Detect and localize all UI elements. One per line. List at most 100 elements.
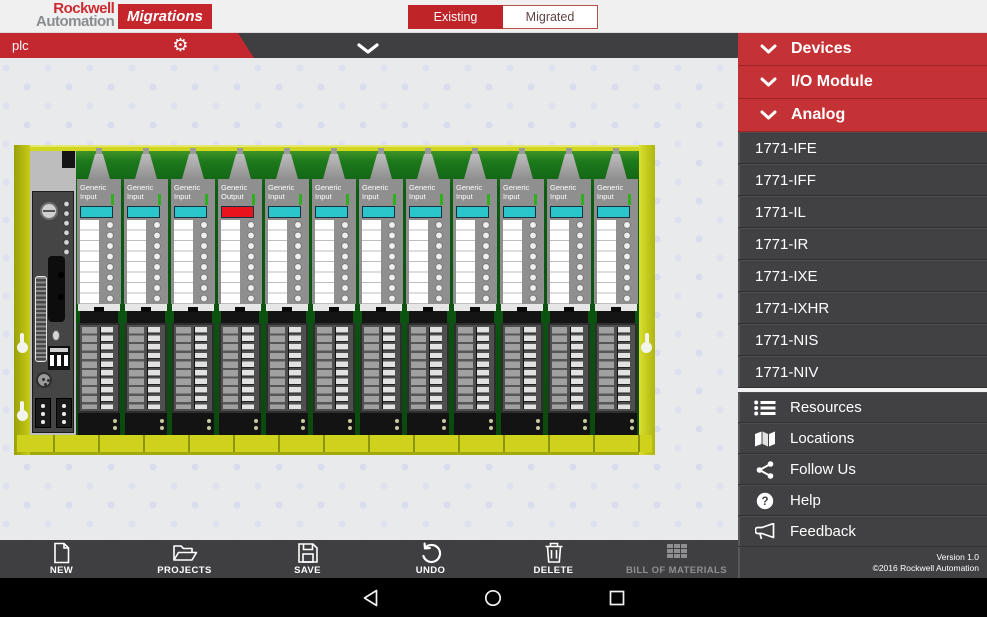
design-canvas[interactable]: GenericInput GenericInput GenericInput [0, 58, 738, 540]
svg-text:?: ? [761, 496, 768, 508]
module-terminal-block [219, 323, 261, 413]
catalog-item-1771-ixhr[interactable]: 1771-IXHR [738, 292, 987, 324]
rack-module[interactable]: GenericInput [359, 151, 403, 435]
app-title-badge: Migrations [118, 4, 212, 29]
module-label: GenericInput [312, 179, 356, 205]
rack-module[interactable]: GenericInput [77, 151, 121, 435]
module-indicator [359, 205, 403, 220]
mounting-keyhole [17, 401, 28, 423]
catalog-item-1771-nis[interactable]: 1771-NIS [738, 324, 987, 356]
recents-button[interactable] [606, 587, 628, 609]
rack-controller-module[interactable] [30, 151, 76, 435]
delete-button[interactable]: DELETE [492, 540, 615, 578]
module-clip [362, 311, 400, 323]
accordion-devices[interactable]: Devices [738, 33, 987, 66]
module-terminal-block [454, 323, 496, 413]
rack-module[interactable]: GenericInput [547, 151, 591, 435]
plc-rack[interactable]: GenericInput GenericInput GenericInput [14, 145, 655, 455]
rack-module[interactable]: GenericOutput [218, 151, 262, 435]
module-terminal-block [313, 323, 355, 413]
menu-item-locations[interactable]: Locations [738, 423, 987, 454]
rack-module[interactable]: GenericInput [124, 151, 168, 435]
module-led-block [218, 220, 262, 304]
module-label: GenericOutput [218, 179, 262, 205]
rack-module[interactable]: GenericInput [312, 151, 356, 435]
module-led-block [77, 220, 121, 304]
new-button[interactable]: NEW [0, 540, 123, 578]
rack-module[interactable]: GenericInput [171, 151, 215, 435]
migrated-tab[interactable]: Migrated [503, 5, 598, 29]
module-label: GenericInput [171, 179, 215, 205]
list-icon [752, 400, 778, 416]
catalog-item-1771-il[interactable]: 1771-IL [738, 196, 987, 228]
accordion-analog[interactable]: Analog [738, 99, 987, 132]
gear-icon[interactable]: ⚙ [168, 33, 193, 58]
catalog-item-1771-ife[interactable]: 1771-IFE [738, 132, 987, 164]
catalog-item-1771-iff[interactable]: 1771-IFF [738, 164, 987, 196]
controller-slot [48, 256, 65, 322]
rack-module[interactable]: GenericInput [594, 151, 638, 435]
module-label: GenericInput [124, 179, 168, 205]
rack-modules: GenericInput GenericInput GenericInput [76, 151, 639, 435]
module-led-block [453, 220, 497, 304]
android-nav-bar [0, 578, 987, 617]
migrations-app: Rockwell Automation Migrations Existing … [0, 0, 987, 617]
app-header: Rockwell Automation Migrations Existing … [0, 0, 987, 33]
module-label: GenericInput [547, 179, 591, 205]
accordion-io-module[interactable]: I/O Module [738, 66, 987, 99]
dip-switches [48, 346, 70, 370]
undo-button[interactable]: UNDO [369, 540, 492, 578]
module-label: GenericInput [453, 179, 497, 205]
module-indicator [265, 205, 309, 220]
share-icon [752, 461, 778, 479]
chevron-down-icon[interactable] [356, 41, 380, 59]
module-terminal-block [172, 323, 214, 413]
rack-module[interactable]: GenericInput [453, 151, 497, 435]
module-indicator [453, 205, 497, 220]
module-terminal-block [360, 323, 402, 413]
save-button[interactable]: SAVE [246, 540, 369, 578]
back-button[interactable] [359, 587, 381, 609]
menu-item-follow-us[interactable]: Follow Us [738, 454, 987, 485]
menu-item-resources[interactable]: Resources [738, 392, 987, 423]
menu-item-help[interactable]: ? Help [738, 485, 987, 516]
module-handle [547, 151, 591, 179]
module-status-tick [440, 194, 443, 205]
home-button[interactable] [482, 587, 504, 609]
bottom-toolbar: NEW PROJECTS SAVE UNDO DELETE [0, 540, 738, 578]
module-indicator [594, 205, 638, 220]
module-clip [221, 311, 259, 323]
module-status-tick [487, 194, 490, 205]
megaphone-icon [752, 523, 778, 540]
dsub-connector [35, 276, 47, 362]
module-handle [453, 151, 497, 179]
module-indicator [218, 205, 262, 220]
catalog-item-1771-ir[interactable]: 1771-IR [738, 228, 987, 260]
module-terminal-block [266, 323, 308, 413]
din-connector [36, 372, 52, 388]
catalog-item-1771-niv[interactable]: 1771-NIV [738, 356, 987, 388]
menu-item-feedback[interactable]: Feedback [738, 516, 987, 547]
copyright-label: ©2016 Rockwell Automation [738, 563, 979, 574]
projects-button[interactable]: PROJECTS [123, 540, 246, 578]
version-info: Version 1.0 ©2016 Rockwell Automation [738, 547, 987, 578]
undo-icon [420, 542, 442, 564]
module-clip [550, 311, 588, 323]
module-handle [500, 151, 544, 179]
existing-tab[interactable]: Existing [408, 5, 503, 29]
module-led-block [171, 220, 215, 304]
module-terminal-block [595, 323, 637, 413]
existing-migrated-toggle: Existing Migrated [408, 5, 598, 29]
chevron-down-icon [760, 44, 777, 54]
new-file-icon [51, 542, 72, 564]
module-status-tick [581, 194, 584, 205]
module-handle [265, 151, 309, 179]
rack-module[interactable]: GenericInput [265, 151, 309, 435]
catalog-item-1771-ixe[interactable]: 1771-IXE [738, 260, 987, 292]
rack-module[interactable]: GenericInput [406, 151, 450, 435]
module-handle [218, 151, 262, 179]
rack-module[interactable]: GenericInput [500, 151, 544, 435]
module-led-block [547, 220, 591, 304]
module-handle [594, 151, 638, 179]
plc-tab[interactable]: plc ⚙ [0, 33, 254, 58]
